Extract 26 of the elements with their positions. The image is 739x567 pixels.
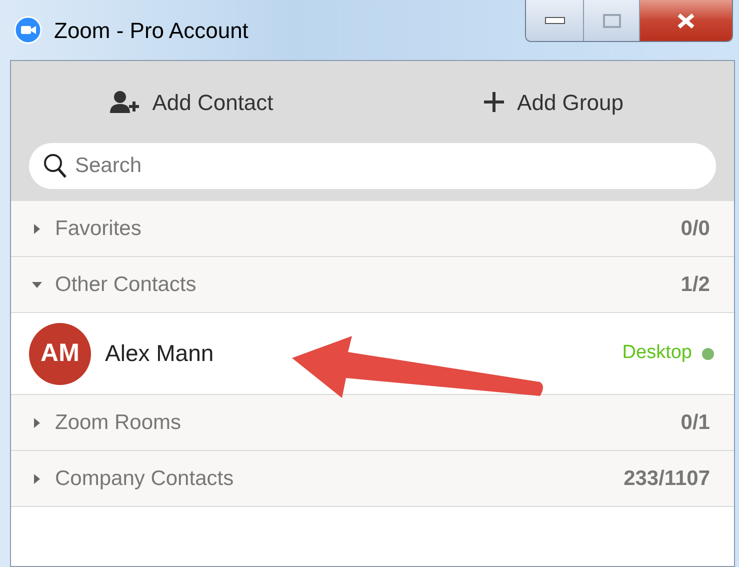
group-name: Other Contacts xyxy=(55,272,196,298)
contact-name: Alex Mann xyxy=(105,339,214,368)
add-group-button[interactable]: Add Group xyxy=(372,86,734,118)
add-person-icon xyxy=(110,90,140,114)
avatar: AM xyxy=(29,322,91,384)
group-name: Favorites xyxy=(55,216,142,242)
group-header[interactable]: Favorites 0/0 xyxy=(11,201,734,257)
window-title: Zoom - Pro Account xyxy=(54,16,248,44)
group-name: Company Contacts xyxy=(55,466,234,492)
search-field[interactable]: Search xyxy=(29,143,716,189)
search-icon xyxy=(43,153,67,179)
plus-icon xyxy=(483,91,506,113)
group-header[interactable]: Zoom Rooms 0/1 xyxy=(11,395,734,451)
group-count: 233/1107 xyxy=(624,466,710,492)
add-contact-button[interactable]: Add Contact xyxy=(11,86,372,118)
group-count: 1/2 xyxy=(680,272,710,298)
group-header[interactable]: Other Contacts 1/2 xyxy=(11,257,734,313)
group-count: 0/1 xyxy=(680,410,710,436)
close-icon xyxy=(676,12,696,28)
contact-status: Desktop xyxy=(622,341,692,366)
close-button[interactable] xyxy=(640,0,732,41)
group-name: Zoom Rooms xyxy=(55,410,182,436)
camera-icon xyxy=(14,16,42,44)
minimize-button[interactable] xyxy=(526,0,584,41)
group-header[interactable]: Company Contacts 233/1107 xyxy=(11,451,734,507)
group-count: 0/0 xyxy=(680,216,710,242)
